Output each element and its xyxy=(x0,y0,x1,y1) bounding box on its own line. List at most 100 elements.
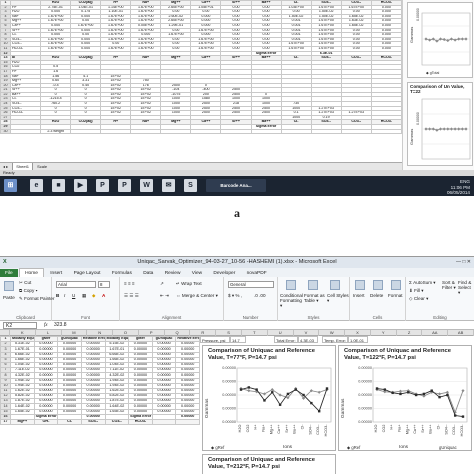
spreadsheet-grid-a[interactable]: 1 H2O CO2(aq) H+ Na+ Mg++ Ca++ Sr++ Ba++ Cl- SO4--… xyxy=(0,0,402,162)
table-cell[interactable] xyxy=(9,128,42,135)
row-header[interactable]: 30 xyxy=(0,128,11,135)
table-cell[interactable]: Relative Error xyxy=(175,336,200,343)
table-cell[interactable] xyxy=(190,128,222,135)
row-header[interactable]: 17 xyxy=(0,418,11,426)
table-cell[interactable] xyxy=(250,128,282,135)
font-color-icon[interactable]: A xyxy=(102,293,105,298)
font-name-select[interactable]: Arial xyxy=(56,281,96,288)
format-as-table-button[interactable]: Format as Table ▾ xyxy=(304,293,326,303)
format-cells-icon[interactable] xyxy=(391,280,401,290)
total-error-label-cell[interactable]: Total Error: xyxy=(274,336,298,343)
insert-cells-icon[interactable] xyxy=(355,280,365,290)
table-cell[interactable]: HCO3- xyxy=(128,418,153,426)
fx-icon[interactable]: fx xyxy=(44,321,48,330)
chart-a-1[interactable]: Gammas 0.00000 ◆ gTotal xyxy=(407,2,473,78)
conditional-format-icon[interactable] xyxy=(286,280,296,290)
table-cell[interactable]: Relative Error xyxy=(80,336,106,343)
table-cell[interactable]: 2.3 weight xyxy=(40,128,72,135)
copy-button[interactable]: ⧉ Copy ▾ xyxy=(19,288,38,293)
sort-filter-button[interactable]: Sort & Filter ▾ xyxy=(442,280,458,290)
table-cell[interactable]: Mg++ xyxy=(10,418,35,426)
total-error-value-cell[interactable]: 4.3E-03 xyxy=(298,336,318,343)
table-cell[interactable] xyxy=(70,128,102,135)
cell-styles-button[interactable]: Cell Styles ▾ xyxy=(327,293,349,303)
table-cell[interactable] xyxy=(220,128,252,135)
spreadsheet-grid-b[interactable]: 1Molality EquilibriumgMefgUniquacRelativ… xyxy=(0,336,200,474)
chart-b-2[interactable]: Comparison of Uniquac and Reference Valu… xyxy=(338,345,472,451)
autosum-button[interactable]: Σ AutoSum ▾ xyxy=(409,280,436,286)
orientation-icon[interactable]: ↗ xyxy=(160,281,164,287)
paste-icon[interactable] xyxy=(4,281,14,291)
ie-icon[interactable]: e xyxy=(30,179,43,192)
name-box[interactable]: K2 xyxy=(3,322,37,329)
table-cell[interactable]: SO4-- xyxy=(80,418,106,426)
table-cell[interactable]: Sigma Error xyxy=(128,413,153,421)
formula-input[interactable]: 323.8 xyxy=(54,321,67,330)
table-cell[interactable] xyxy=(280,128,312,135)
sheet-tab-scale[interactable]: Scale xyxy=(34,163,50,170)
font-size-select[interactable]: 8 xyxy=(98,281,110,288)
delete-button[interactable]: Delete xyxy=(370,293,383,298)
italic-button[interactable]: I xyxy=(64,293,65,298)
delete-cells-icon[interactable] xyxy=(373,280,383,290)
align-left-icon[interactable]: ☰ ☰ ☰ xyxy=(124,293,139,299)
table-cell[interactable]: Molality Equilibrium xyxy=(10,336,35,343)
word-icon[interactable]: W xyxy=(140,179,153,192)
chart-b-1[interactable]: Comparison of Uniquac and Reference Valu… xyxy=(202,345,336,451)
media-player-icon[interactable]: ■ xyxy=(52,179,65,192)
wrap-text-button[interactable]: ↵ Wrap Text xyxy=(176,281,202,287)
find-select-button[interactable]: Find & Select ▾ xyxy=(458,280,474,295)
powerpoint-icon[interactable]: P xyxy=(118,179,131,192)
system-tray[interactable]: ENG 11:06 PM 06/05/2014 xyxy=(447,179,470,196)
table-cell[interactable] xyxy=(310,128,342,135)
chart-b-3[interactable]: Comparison of Uniquac and Reference Valu… xyxy=(202,454,336,474)
sheet-nav-icon[interactable]: ◂ ▸ xyxy=(0,163,11,170)
bold-button[interactable]: B xyxy=(56,293,59,298)
table-cell[interactable] xyxy=(130,128,162,135)
indent-icon[interactable]: ⇤ ⇥ xyxy=(160,293,169,299)
table-cell[interactable]: gUniquac xyxy=(151,336,177,343)
table-cell[interactable]: OH- xyxy=(33,418,59,426)
table-cell[interactable] xyxy=(151,418,177,426)
table-cell[interactable]: Sigma Error xyxy=(33,413,59,421)
format-table-icon[interactable] xyxy=(308,280,318,290)
currency-icon[interactable]: $ ▾ % , xyxy=(228,293,242,299)
fill-button[interactable]: ⬇ Fill ▾ xyxy=(409,288,424,294)
paste-button[interactable]: Paste xyxy=(3,295,15,300)
number-format-select[interactable]: General xyxy=(228,281,274,288)
decimal-icon[interactable]: .0 .00 xyxy=(254,293,266,298)
chrome-icon[interactable]: P xyxy=(96,179,109,192)
table-cell[interactable] xyxy=(160,128,192,135)
table-cell[interactable]: CO3-- xyxy=(104,418,130,426)
table-cell[interactable] xyxy=(175,418,200,426)
align-top-icon[interactable]: ≡ ≡ ≡ xyxy=(124,281,135,286)
table-cell[interactable] xyxy=(370,128,402,135)
conditional-formatting-button[interactable]: Conditional Formatting ▾ xyxy=(280,293,304,308)
table-cell[interactable]: gUniquac xyxy=(57,336,82,343)
temp-error-label-cell[interactable]: Temp. Error: xyxy=(322,336,348,343)
cut-button[interactable]: ✂ Cut xyxy=(19,280,31,286)
clear-button[interactable]: ◇ Clear ▾ xyxy=(409,296,428,302)
table-cell[interactable]: Cl- xyxy=(57,418,82,426)
window-controls[interactable]: — □ ✕ xyxy=(456,259,471,265)
cell-table-b[interactable]: 1Molality EquilibriumgMefgUniquacRelativ… xyxy=(0,336,200,426)
table-cell[interactable] xyxy=(340,128,372,135)
format-button[interactable]: Format xyxy=(388,293,403,298)
chart-a-2[interactable]: Comparison of Un Value, T=22 Gammas 0.00… xyxy=(407,82,473,166)
pressure-value-cell[interactable]: 14.7 xyxy=(230,336,246,343)
format-painter-button[interactable]: ✎ Format Painter xyxy=(19,296,55,302)
table-cell[interactable]: Molality Equilibrium xyxy=(104,336,130,343)
insert-button[interactable]: Insert xyxy=(353,293,365,298)
task-button-barcode[interactable]: Barcode Ana... xyxy=(206,179,266,192)
merge-center-button[interactable]: ⇔ Merge & Center ▾ xyxy=(176,293,218,299)
outlook-icon[interactable]: ✉ xyxy=(162,179,175,192)
folder-icon[interactable]: ▶ xyxy=(74,179,87,192)
excel-logo-icon[interactable]: X xyxy=(3,259,7,266)
temp-error-value-cell[interactable]: 1.0E-01 xyxy=(348,336,368,343)
start-button-icon[interactable]: ⊞ xyxy=(4,179,17,192)
table-cell[interactable] xyxy=(100,128,132,135)
skype-icon[interactable]: S xyxy=(184,179,197,192)
cell-styles-icon[interactable] xyxy=(330,280,340,290)
underline-button[interactable]: U xyxy=(72,293,75,298)
pressure-label-cell[interactable]: Pressure, psi xyxy=(200,336,230,343)
